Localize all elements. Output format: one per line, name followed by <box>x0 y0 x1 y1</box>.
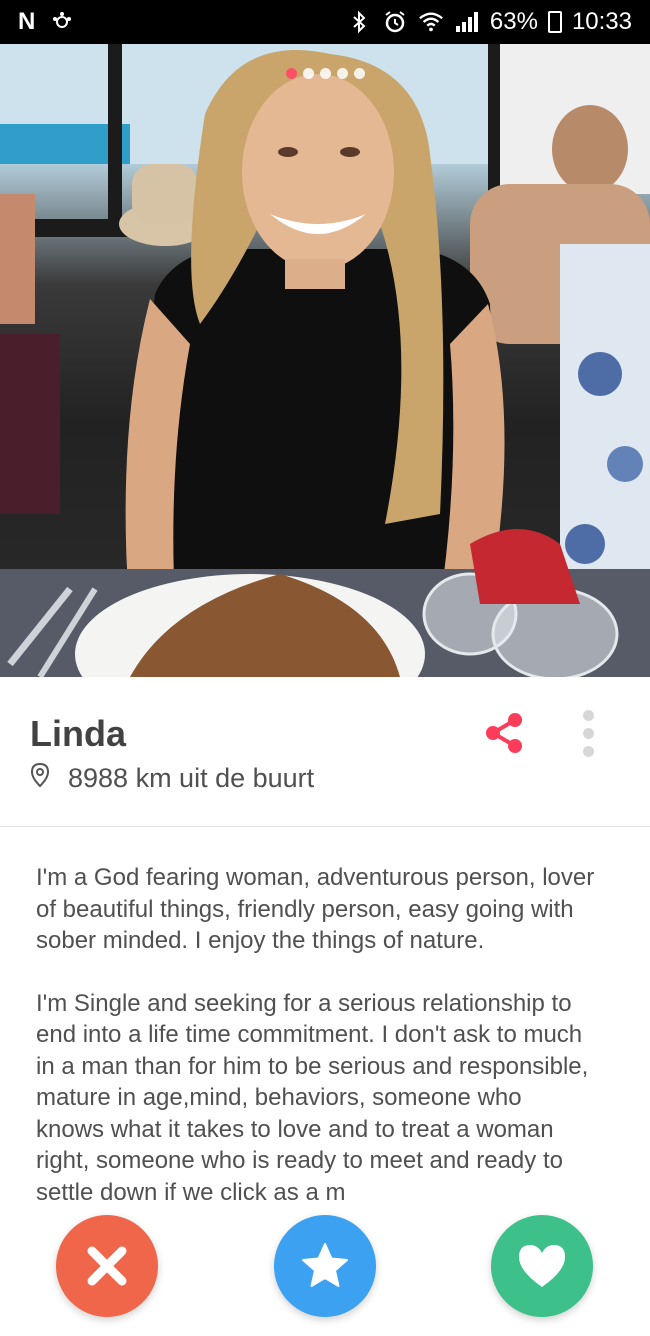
photo-pager-dot[interactable] <box>319 68 331 79</box>
photo-pager[interactable] <box>0 68 650 79</box>
profile-name: Linda <box>30 713 126 754</box>
battery-icon <box>547 11 562 33</box>
clock: 10:33 <box>571 8 632 35</box>
star-icon <box>302 1243 348 1287</box>
profile-bio: I'm a God fearing woman, adventurous per… <box>36 862 596 1239</box>
share-icon <box>486 713 522 753</box>
nope-button[interactable] <box>56 1215 158 1317</box>
wifi-icon <box>418 9 444 35</box>
profile-distance: 8988 km uit de buurt <box>30 762 315 794</box>
like-button[interactable] <box>491 1215 593 1317</box>
photo-pager-dot[interactable] <box>336 68 348 79</box>
carrier-icon: N <box>18 8 36 35</box>
super-like-button[interactable] <box>274 1215 376 1317</box>
profile-photo[interactable] <box>0 44 650 677</box>
share-button[interactable] <box>478 707 530 759</box>
bluetooth-icon <box>346 9 372 35</box>
profile-header: Linda 8988 km uit de buurt <box>0 677 650 827</box>
photo-pager-dot[interactable] <box>353 68 365 79</box>
more-dot <box>582 745 594 757</box>
close-icon <box>87 1246 127 1286</box>
bio-paragraph: I'm Single and seeking for a serious rel… <box>36 989 589 1206</box>
location-pin-icon <box>30 762 50 794</box>
battery-percent: 63% <box>489 8 538 35</box>
alarm-icon <box>382 9 408 35</box>
signal-icon <box>454 9 480 35</box>
photo-illustration <box>0 44 650 677</box>
distance-text: 8988 km uit de buurt <box>68 763 315 793</box>
heart-icon <box>519 1245 565 1287</box>
more-dot <box>582 709 594 721</box>
status-bar: N 63% 10:33 <box>0 0 650 44</box>
photo-pager-dot[interactable] <box>302 68 314 79</box>
vibrate-icon <box>49 9 75 35</box>
bio-paragraph: I'm a God fearing woman, adventurous per… <box>36 864 595 954</box>
more-options-button[interactable] <box>572 707 604 759</box>
more-dot <box>582 727 594 739</box>
photo-pager-dot[interactable] <box>285 68 297 79</box>
